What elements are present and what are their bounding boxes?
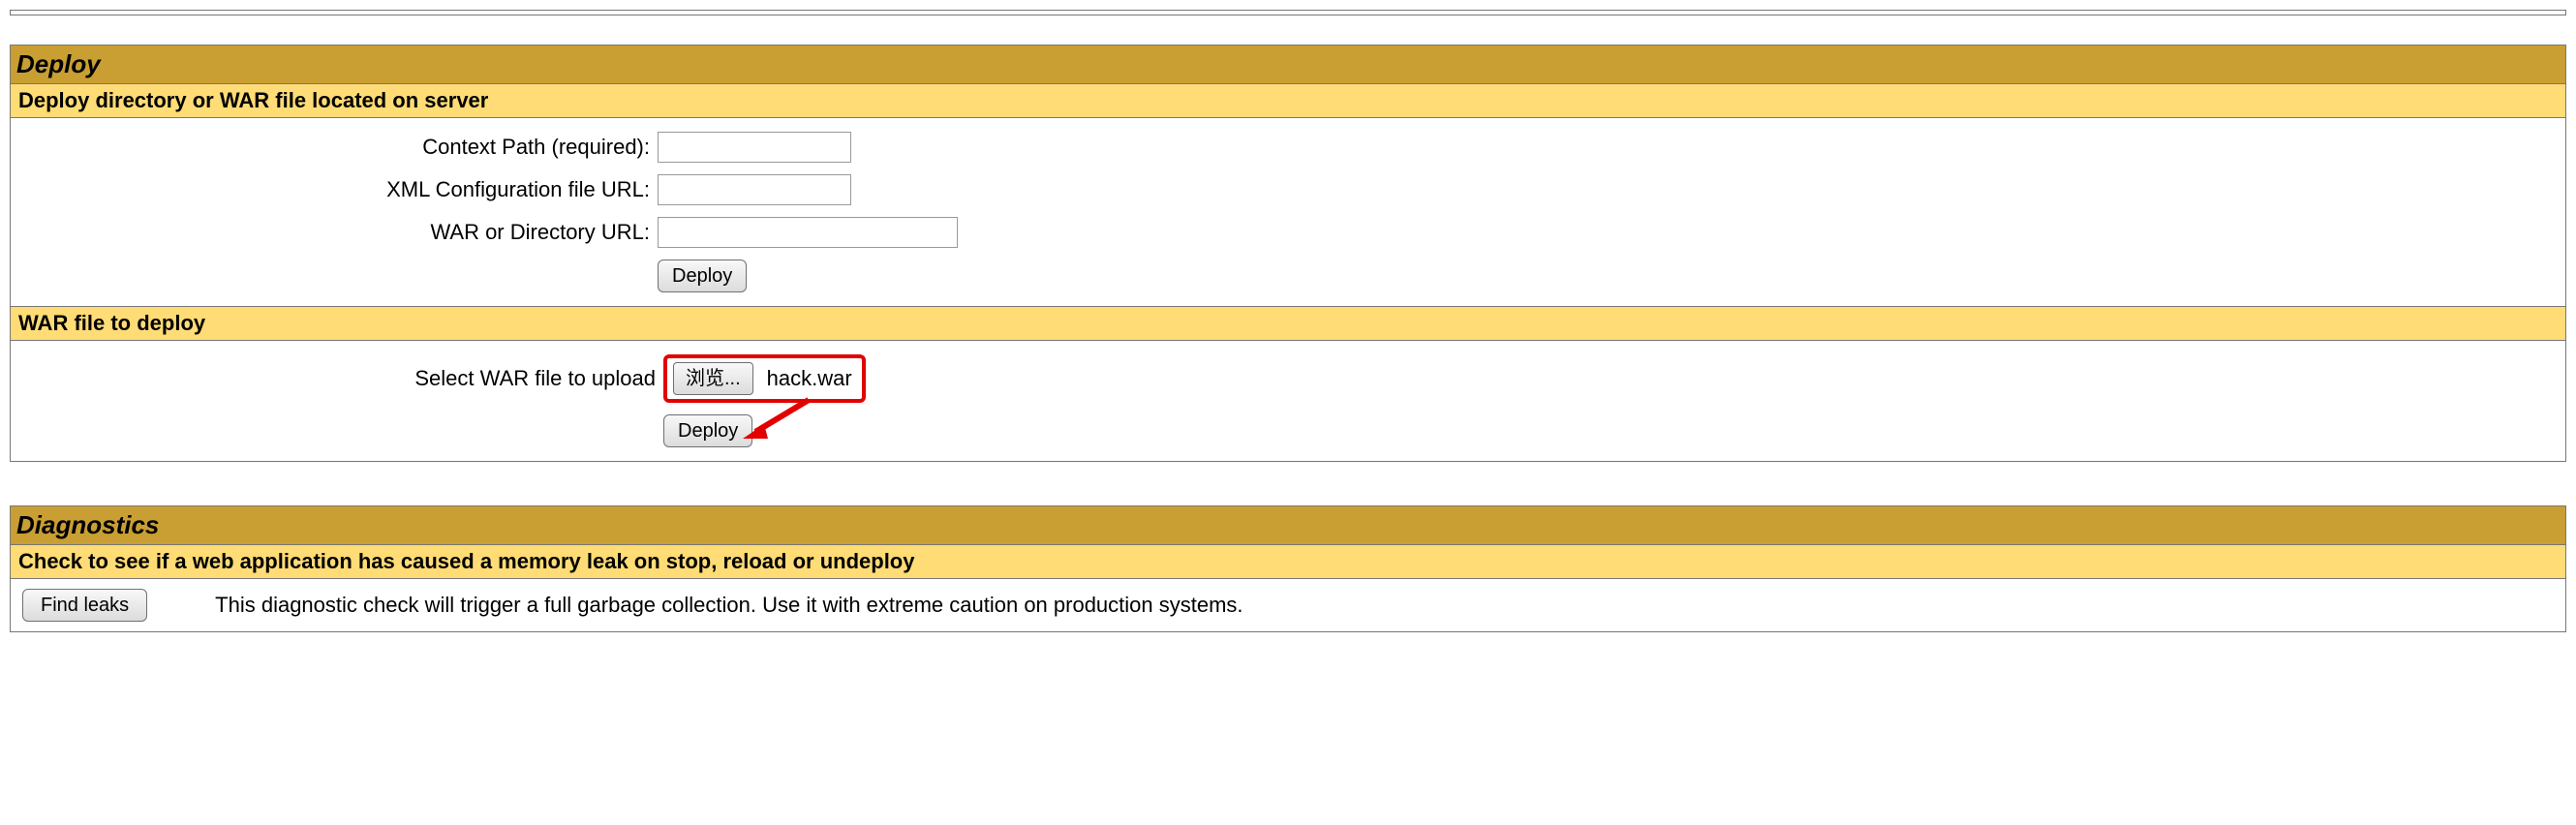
diagnostics-description: This diagnostic check will trigger a ful… (215, 593, 1242, 618)
deploy-panel: Deploy Deploy directory or WAR file loca… (10, 45, 2566, 462)
war-directory-url-input[interactable] (658, 217, 958, 248)
file-chooser-area: 浏览... hack.war (663, 354, 866, 403)
browse-button[interactable]: 浏览... (673, 362, 753, 395)
war-url-label: WAR or Directory URL: (20, 220, 658, 245)
deploy-upload-section-header: WAR file to deploy (11, 307, 2565, 341)
select-war-label: Select WAR file to upload (20, 366, 663, 391)
context-path-label: Context Path (required): (20, 135, 658, 160)
xml-url-row: XML Configuration file URL: (20, 174, 2556, 205)
deploy-server-button-row: Deploy (20, 260, 2556, 292)
war-url-row: WAR or Directory URL: (20, 217, 2556, 248)
deploy-upload-section-body: Select WAR file to upload 浏览... hack.war… (11, 341, 2565, 461)
selected-file-name: hack.war (767, 366, 852, 391)
context-path-input[interactable] (658, 132, 851, 163)
deploy-upload-button-row: Deploy (20, 414, 2556, 447)
annotation-highlight-box: 浏览... hack.war (663, 354, 866, 403)
diagnostics-panel-title: Diagnostics (11, 506, 2565, 545)
diagnostics-panel: Diagnostics Check to see if a web applic… (10, 505, 2566, 632)
xml-config-url-input[interactable] (658, 174, 851, 205)
diagnostics-body: Find leaks This diagnostic check will tr… (11, 579, 2565, 631)
deploy-panel-title: Deploy (11, 46, 2565, 84)
find-leaks-button[interactable]: Find leaks (22, 589, 147, 622)
deploy-server-section-header: Deploy directory or WAR file located on … (11, 84, 2565, 118)
diagnostics-section-header: Check to see if a web application has ca… (11, 545, 2565, 579)
context-path-row: Context Path (required): (20, 132, 2556, 163)
deploy-upload-button[interactable]: Deploy (663, 414, 752, 447)
xml-url-label: XML Configuration file URL: (20, 177, 658, 202)
top-border-strip (10, 10, 2566, 15)
deploy-server-button[interactable]: Deploy (658, 260, 747, 292)
deploy-server-section-body: Context Path (required): XML Configurati… (11, 118, 2565, 307)
select-war-row: Select WAR file to upload 浏览... hack.war (20, 354, 2556, 403)
